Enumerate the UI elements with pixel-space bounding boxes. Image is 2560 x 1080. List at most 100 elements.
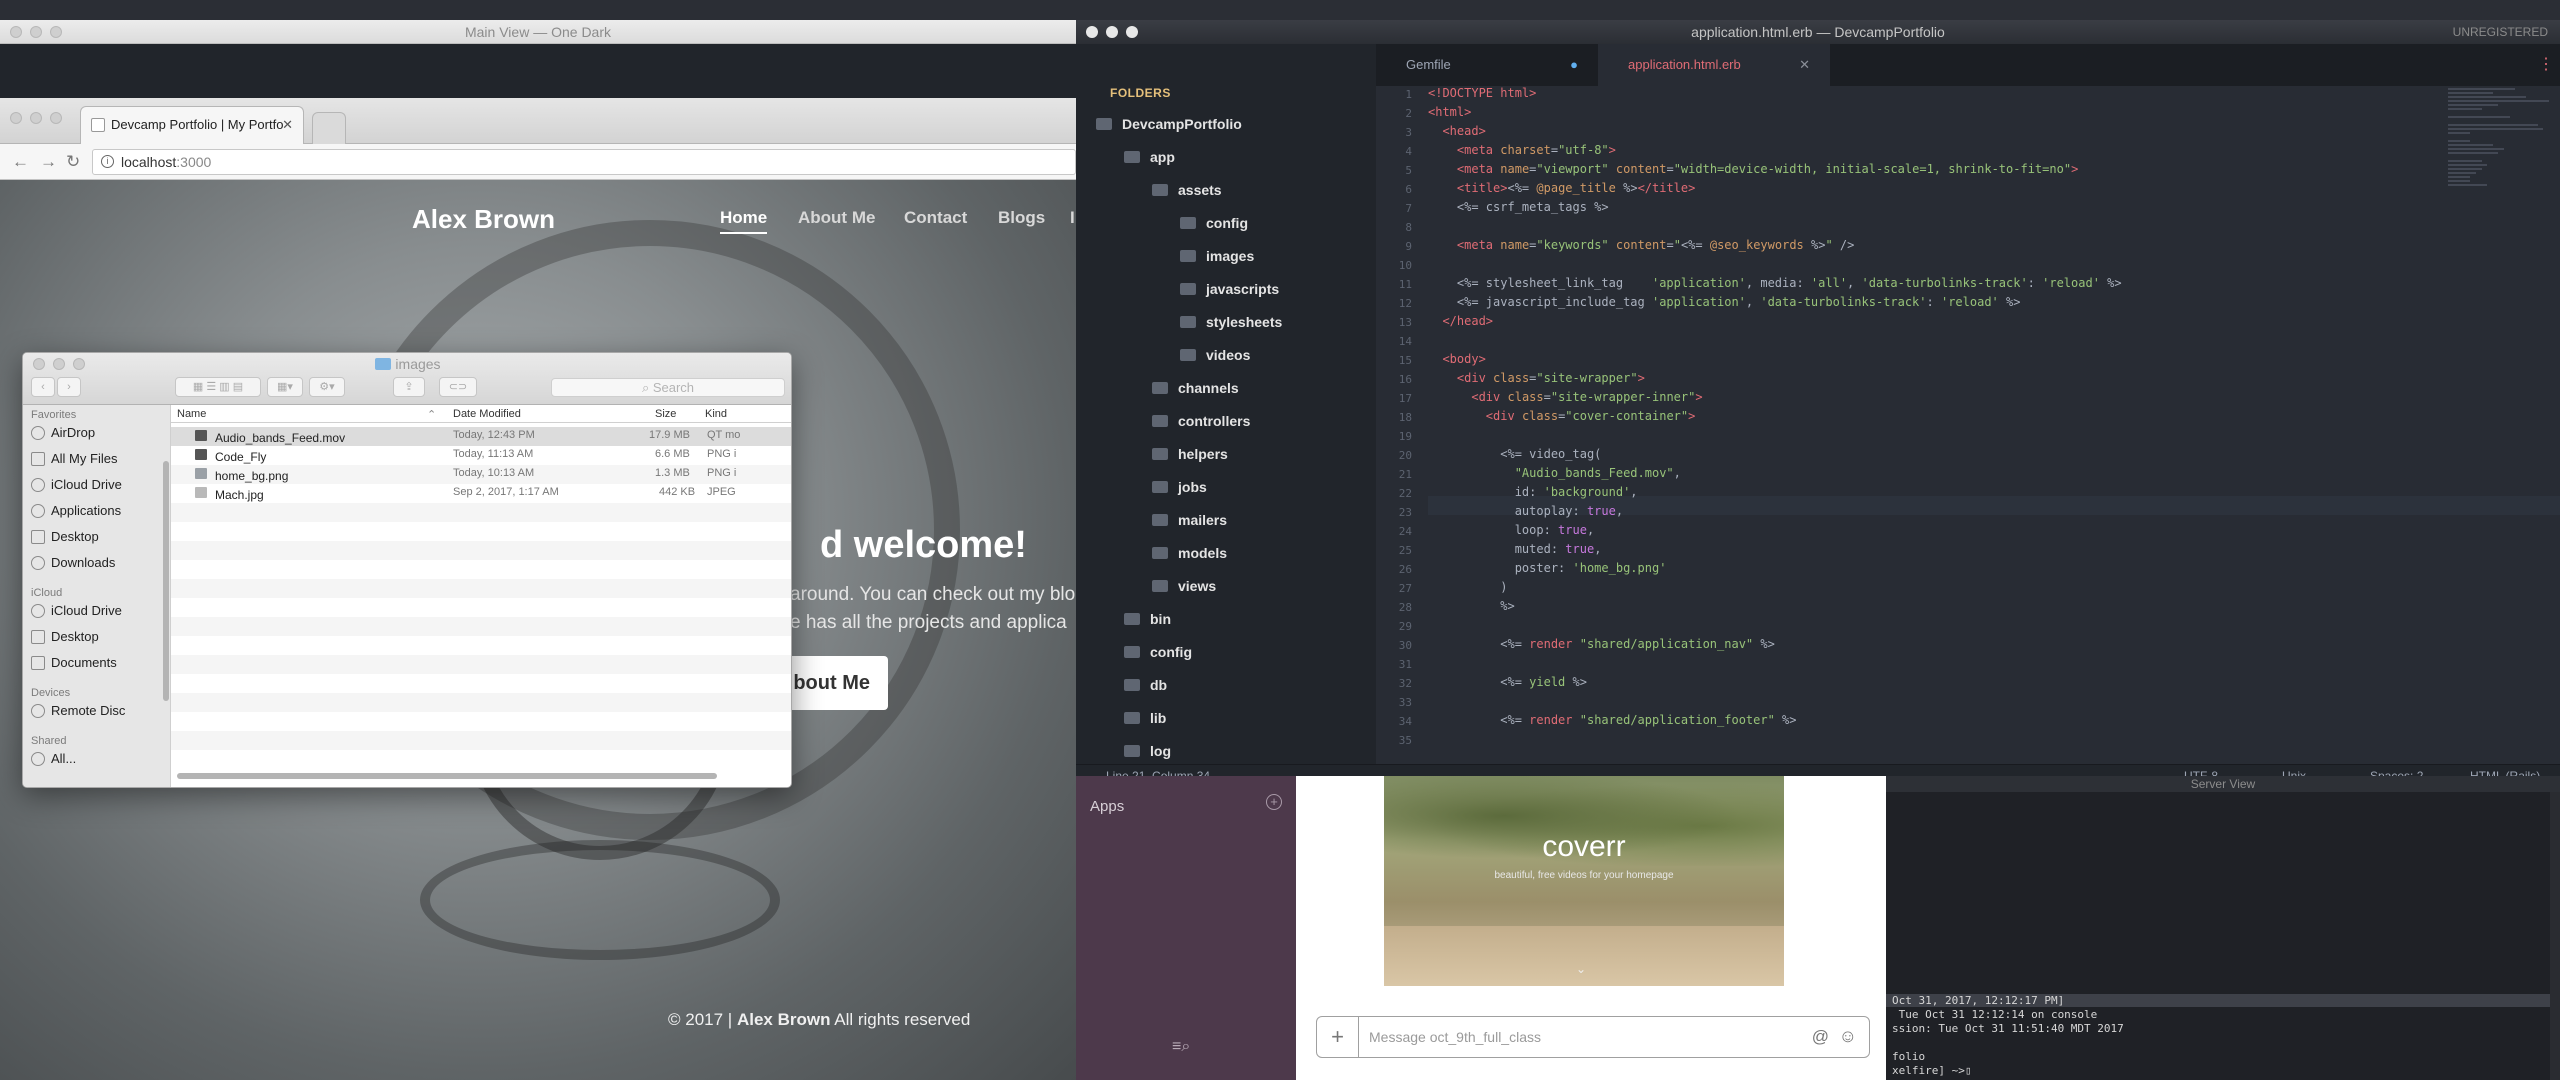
close-icon[interactable] [1086, 26, 1098, 38]
tree-folder[interactable]: controllers [1152, 413, 1250, 429]
sidebar-scrollbar[interactable] [163, 461, 169, 701]
column-kind[interactable]: Kind [705, 408, 727, 420]
window-controls[interactable] [10, 26, 62, 38]
tree-folder[interactable]: images [1180, 248, 1254, 264]
minimize-icon[interactable] [30, 112, 42, 124]
chevron-down-icon[interactable]: ⌄ [1576, 962, 1586, 976]
tree-folder[interactable]: log [1124, 743, 1171, 759]
sidebar-item-shared-all[interactable]: All... [31, 751, 76, 766]
nav-home[interactable]: Home [720, 208, 768, 234]
sort-ascending-icon[interactable]: ⌃ [427, 408, 436, 421]
apps-label[interactable]: Apps [1090, 798, 1124, 815]
finder-search-input[interactable]: ⌕ Search [551, 378, 785, 397]
file-date: Today, 10:13 AM [453, 467, 535, 479]
line-number: 21 [1398, 468, 1412, 481]
file-list-scrollbar[interactable] [177, 773, 717, 779]
column-size[interactable]: Size [655, 408, 676, 420]
reload-icon[interactable]: ↻ [66, 152, 80, 172]
more-icon[interactable]: ⋮ [2538, 54, 2554, 74]
search-list-icon[interactable]: ≡⌕ [1172, 1038, 1190, 1056]
info-icon[interactable]: i [101, 155, 114, 168]
tab-gemfile[interactable]: Gemfile ● [1376, 44, 1598, 86]
minimize-icon[interactable] [30, 26, 42, 38]
new-tab-button[interactable] [312, 112, 346, 144]
coverr-video-preview[interactable]: coverr beautiful, free videos for your h… [1384, 776, 1784, 986]
forward-button[interactable]: › [57, 377, 81, 397]
file-row[interactable]: Code_Fly Today, 11:13 AM 6.6 MB PNG i [171, 446, 791, 465]
sidebar-item-icloud-desktop[interactable]: Desktop [31, 629, 99, 644]
sidebar-item-downloads[interactable]: Downloads [31, 555, 115, 570]
tree-folder[interactable]: assets [1152, 182, 1222, 198]
emoji-icon[interactable]: ☺ [1839, 1026, 1857, 1047]
view-mode-buttons[interactable]: ▦ ☰ ▥ ▤ [175, 377, 261, 397]
forward-icon[interactable]: → [40, 152, 57, 172]
tree-folder[interactable]: javascripts [1180, 281, 1279, 297]
close-icon[interactable] [10, 26, 22, 38]
mention-icon[interactable]: @ [1812, 1027, 1829, 1047]
tree-folder[interactable]: jobs [1152, 479, 1207, 495]
tree-folder[interactable]: stylesheets [1180, 314, 1282, 330]
indent-status[interactable]: Spaces: 2 [2370, 765, 2423, 776]
zoom-icon[interactable] [1126, 26, 1138, 38]
tree-folder[interactable]: db [1124, 677, 1167, 693]
file-row[interactable]: home_bg.png Today, 10:13 AM 1.3 MB PNG i [171, 465, 791, 484]
add-app-icon[interactable]: + [1266, 794, 1282, 810]
code-editor[interactable]: 1 2 3 4 5 6 7 8 9 10 11 12 13 14 15 16 17 18 19 20 21 22 23 24 2… [1376, 86, 2560, 764]
close-tab-icon[interactable]: ✕ [1799, 44, 1810, 86]
terminal-scrollbar[interactable] [2550, 792, 2560, 1080]
line-endings-status[interactable]: Unix [2282, 765, 2306, 776]
tree-folder[interactable]: models [1152, 545, 1227, 561]
syntax-status[interactable]: HTML (Rails) [2470, 765, 2540, 776]
tab-application-html-erb[interactable]: application.html.erb ✕ [1598, 44, 1830, 86]
action-gear-icon[interactable]: ⚙▾ [309, 377, 345, 397]
window-controls[interactable] [1086, 26, 1138, 38]
tree-folder[interactable]: bin [1124, 611, 1171, 627]
sidebar-item-all-my-files[interactable]: All My Files [31, 451, 117, 466]
tree-folder[interactable]: lib [1124, 710, 1166, 726]
arrange-button[interactable]: ▦▾ [267, 377, 303, 397]
tree-folder[interactable]: config [1180, 215, 1248, 231]
slack-message-input[interactable]: + Message oct_9th_full_class @ ☺ [1316, 1016, 1870, 1058]
column-date-modified[interactable]: Date Modified [453, 408, 521, 420]
browser-tab-active[interactable]: Devcamp Portfolio | My Portfo ✕ [80, 106, 304, 144]
tree-folder[interactable]: views [1152, 578, 1216, 594]
sidebar-item-icloud-drive[interactable]: iCloud Drive [31, 603, 122, 618]
back-button[interactable]: ‹ [31, 377, 55, 397]
nav-blogs[interactable]: Blogs [998, 208, 1045, 228]
minimize-icon[interactable] [1106, 26, 1118, 38]
tree-folder[interactable]: helpers [1152, 446, 1228, 462]
nav-about-me[interactable]: About Me [798, 208, 875, 228]
file-row[interactable]: Audio_bands_Feed.mov Today, 12:43 PM 17.… [171, 427, 791, 446]
sidebar-item-applications[interactable]: Applications [31, 503, 121, 518]
zoom-icon[interactable] [50, 26, 62, 38]
nav-contact[interactable]: Contact [904, 208, 967, 228]
sidebar-item-icloud-drive[interactable]: iCloud Drive [31, 477, 122, 492]
tree-folder[interactable]: videos [1180, 347, 1250, 363]
close-tab-icon[interactable]: ✕ [282, 107, 293, 143]
zoom-icon[interactable] [50, 112, 62, 124]
encoding-status[interactable]: UTF-8 [2184, 765, 2218, 776]
site-brand[interactable]: Alex Brown [412, 204, 555, 235]
sidebar-item-airdrop[interactable]: AirDrop [31, 425, 95, 440]
column-name[interactable]: Name [177, 408, 206, 420]
back-icon[interactable]: ← [12, 152, 29, 172]
url-input[interactable]: i localhost:3000 [92, 149, 1076, 175]
share-icon[interactable]: ⇪ [393, 377, 425, 397]
tree-folder[interactable]: channels [1152, 380, 1239, 396]
close-icon[interactable] [10, 112, 22, 124]
tree-folder[interactable]: config [1124, 644, 1192, 660]
sidebar-item-remote-disc[interactable]: Remote Disc [31, 703, 125, 718]
nav-more[interactable]: I [1070, 208, 1075, 228]
tree-folder[interactable]: mailers [1152, 512, 1227, 528]
minimap[interactable] [2448, 86, 2560, 236]
file-row[interactable]: Mach.jpg Sep 2, 2017, 1:17 AM 442 KB JPE… [171, 484, 791, 503]
tree-folder[interactable]: app [1124, 149, 1175, 165]
sidebar-item-desktop[interactable]: Desktop [31, 529, 99, 544]
attach-plus-icon[interactable]: + [1317, 1017, 1359, 1057]
tag-icon[interactable]: ⊂⊃ [439, 377, 477, 397]
terminal-prompt[interactable]: xelfire] ~>▯ [1892, 1064, 1971, 1077]
tree-folder[interactable]: DevcampPortfolio [1096, 116, 1242, 132]
sidebar-item-documents[interactable]: Documents [31, 655, 117, 670]
sidebar-label: Remote Disc [51, 703, 126, 718]
window-controls[interactable] [10, 112, 62, 124]
